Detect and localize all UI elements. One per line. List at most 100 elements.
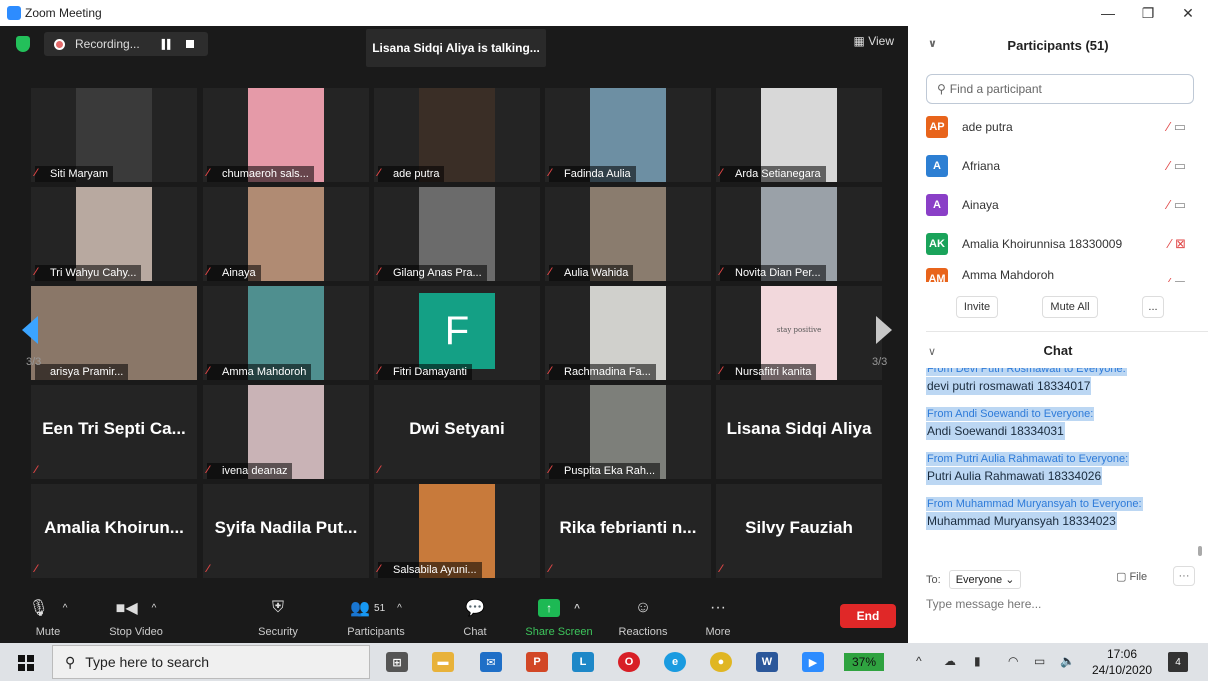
mute-all-button[interactable]: Mute All (1042, 296, 1098, 318)
chat-button[interactable]: 💬 Chat (435, 596, 515, 638)
participant-initials-avatar: AK (926, 233, 948, 255)
taskbar-clock[interactable]: 17:06 24/10/2020 (1092, 646, 1152, 678)
chat-message: From Putri Aulia Rahmawati to Everyone: P… (926, 440, 1196, 485)
notifications-icon[interactable]: 4 (1168, 652, 1188, 672)
participant-list-item[interactable]: AM Amma Mahdoroh ⁄▭ (926, 268, 1196, 282)
encryption-shield-icon[interactable] (16, 36, 30, 52)
stop-recording-button[interactable] (186, 40, 195, 48)
search-icon: ⚲ (937, 82, 946, 96)
participant-video-tile[interactable]: Novita Dian Per... ⁄ (716, 187, 882, 281)
show-hidden-icons-chevron-icon[interactable]: ^ (916, 654, 922, 668)
file-explorer-icon[interactable]: ▬ (432, 652, 454, 672)
file-button[interactable]: ▢ File (1116, 570, 1147, 583)
collapse-participants-chevron-icon[interactable]: ∨ (928, 37, 937, 50)
muted-mic-icon: ⁄ (549, 167, 551, 179)
chat-recipient-select[interactable]: Everyone ⌄ (948, 570, 1022, 589)
invite-button[interactable]: Invite (956, 296, 998, 318)
participants-options-chevron-icon[interactable]: ^ (397, 603, 402, 614)
participant-video-tile[interactable]: Salsabila Ayuni... ⁄ (374, 484, 540, 578)
participant-video-tile[interactable]: Siti Maryam ⁄ (31, 88, 197, 182)
restore-button[interactable]: ❐ (1128, 0, 1168, 26)
participant-list-item[interactable]: AP ade putra ⁄▭ (926, 112, 1196, 142)
participant-video-tile[interactable]: Rachmadina Fa... ⁄ (545, 286, 711, 380)
participants-more-button[interactable]: ... (1142, 296, 1164, 318)
participant-video-tile[interactable]: Gilang Anas Pra... ⁄ (374, 187, 540, 281)
word-icon[interactable]: W (756, 652, 778, 672)
participant-video-tile[interactable]: Aulia Wahida ⁄ (545, 187, 711, 281)
security-button[interactable]: ⛨ Security (238, 596, 318, 638)
participant-list-item[interactable]: A Ainaya ⁄▭ (926, 190, 1196, 220)
powerpoint-icon[interactable]: P (526, 652, 548, 672)
wifi-icon[interactable]: ◠ (1008, 654, 1018, 668)
more-label: More (705, 626, 731, 638)
participant-video-tile[interactable]: F Fitri Damayanti ⁄ (374, 286, 540, 380)
participant-video-tile[interactable]: Rika febrianti n... ⁄ (545, 484, 711, 578)
taskbar-search-placeholder: Type here to search (85, 654, 210, 670)
participant-video-tile[interactable]: Syifa Nadila Put... ⁄ (203, 484, 369, 578)
mute-options-chevron-icon[interactable]: ^ (63, 603, 68, 614)
mute-label: Mute (35, 626, 61, 638)
muted-mic-icon: ⁄ (207, 563, 209, 575)
participant-video-tile[interactable]: Dwi Setyani ⁄ (374, 385, 540, 479)
onedrive-cloud-icon[interactable]: ☁ (944, 654, 956, 668)
chat-message-input[interactable]: Type message here... (926, 597, 1041, 611)
participant-video-tile[interactable]: Puspita Eka Rah... ⁄ (545, 385, 711, 479)
stop-video-button[interactable]: ■◀ ^ Stop Video (96, 596, 176, 638)
next-page-arrow-icon[interactable] (876, 316, 892, 344)
taskbar-search-input[interactable]: ⚲ Type here to search (52, 645, 370, 679)
battery-indicator[interactable]: 37% (844, 653, 884, 671)
volume-icon[interactable]: 🔈 (1060, 654, 1075, 668)
participant-video-tile[interactable]: ivena deanaz ⁄ (203, 385, 369, 479)
participant-video-tile[interactable]: Amma Mahdoroh ⁄ (203, 286, 369, 380)
close-button[interactable]: ✕ (1168, 0, 1208, 26)
chat-more-button[interactable]: ··· (1173, 566, 1195, 586)
chat-scrollbar[interactable] (1198, 546, 1202, 556)
participant-search-input[interactable]: ⚲ Find a participant (926, 74, 1194, 104)
participant-video-tile[interactable]: Arda Setianegara ⁄ (716, 88, 882, 182)
participant-list-item[interactable]: AK Amalia Khoirunnisa 18330009 ⁄⊠ (926, 229, 1196, 259)
share-screen-button[interactable]: ↑ ^ Share Screen (519, 596, 599, 638)
participant-name-label: Salsabila Ayuni... (378, 562, 482, 578)
chat-recipient: To: Everyone ⌄ (926, 570, 1022, 589)
mail-icon[interactable]: ✉ (480, 652, 502, 672)
participant-video-tile[interactable]: arisya Pramir... (31, 286, 197, 380)
end-meeting-button[interactable]: End (840, 604, 896, 628)
windows-start-icon[interactable] (18, 655, 34, 671)
participant-video-tile[interactable]: Fadinda Aulia ⁄ (545, 88, 711, 182)
participant-video-tile[interactable]: Silvy Fauziah ⁄ (716, 484, 882, 578)
collapse-chat-chevron-icon[interactable]: ∨ (928, 345, 936, 358)
muted-mic-icon: ⁄ (378, 464, 380, 476)
participant-initials-avatar: A (926, 155, 948, 177)
participant-list-item[interactable]: A Afriana ⁄▭ (926, 151, 1196, 181)
keyboard-icon[interactable]: ▭ (1034, 654, 1045, 668)
mute-button[interactable]: 🎙 ^ Mute (8, 596, 88, 638)
share-screen-icon: ↑ (538, 599, 561, 617)
participant-video-tile[interactable]: ade putra ⁄ (374, 88, 540, 182)
more-button[interactable]: ··· More (678, 596, 758, 638)
video-camera-icon: ▭ (1173, 158, 1190, 173)
participant-video-tile[interactable]: Amalia Khoirun... ⁄ (31, 484, 197, 578)
muted-mic-icon: ⁄ (378, 266, 380, 278)
edge-icon[interactable]: e (664, 652, 686, 672)
l-app-icon[interactable]: L (572, 652, 594, 672)
video-options-chevron-icon[interactable]: ^ (152, 603, 157, 614)
participant-video-tile[interactable]: stay positive Nursafitri kanita ⁄ (716, 286, 882, 380)
usb-device-icon[interactable]: ▮ (974, 654, 981, 668)
reactions-button[interactable]: ☺ Reactions (603, 596, 683, 638)
participants-button[interactable]: 👥 51 ^ Participants (336, 596, 416, 638)
previous-page-arrow-icon[interactable] (22, 316, 38, 344)
participant-video-tile[interactable]: Een Tri Septi Ca... ⁄ (31, 385, 197, 479)
chrome-icon[interactable]: ● (710, 652, 732, 672)
pause-recording-button[interactable]: ▌▌ (162, 39, 174, 49)
minimize-button[interactable]: — (1088, 0, 1128, 26)
participant-video-tile[interactable]: chumaeroh sals... ⁄ (203, 88, 369, 182)
participant-video-tile[interactable]: Lisana Sidqi Aliya (716, 385, 882, 479)
participant-video-tile[interactable]: Ainaya ⁄ (203, 187, 369, 281)
participant-video-tile[interactable]: Tri Wahyu Cahy... ⁄ (31, 187, 197, 281)
task-view-icon[interactable]: ⊞ (386, 652, 408, 672)
zoom-taskbar-icon[interactable]: ▶ (802, 652, 824, 672)
view-button[interactable]: ▦ View (854, 34, 894, 48)
participant-name-label: Siti Maryam (35, 166, 114, 182)
share-options-chevron-icon[interactable]: ^ (574, 603, 580, 614)
opera-icon[interactable]: O (618, 652, 640, 672)
